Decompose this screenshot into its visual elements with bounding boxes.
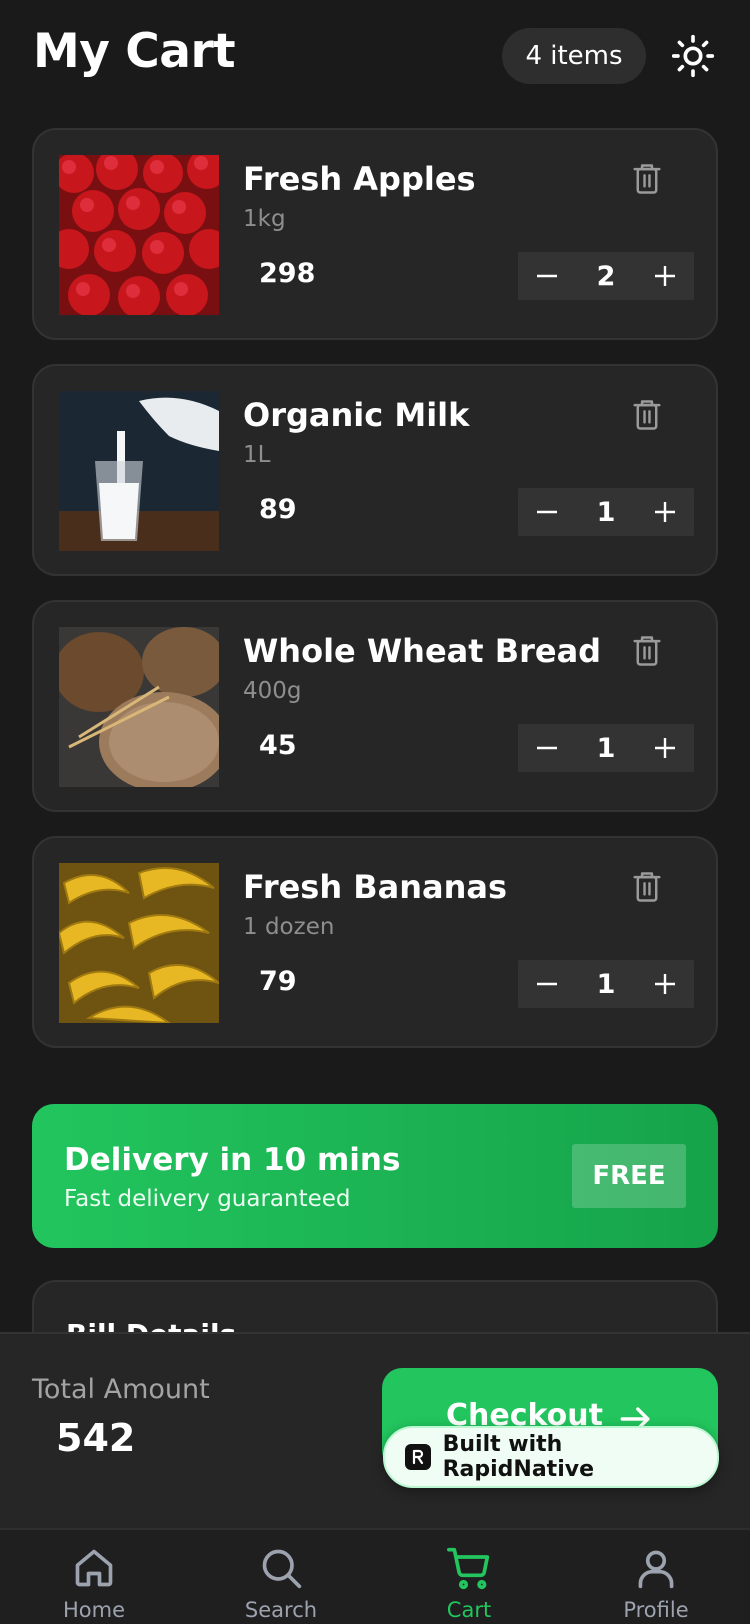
rapidnative-logo-icon [405, 1444, 431, 1470]
tab-cart[interactable]: Cart [404, 1530, 534, 1624]
cart-icon [447, 1547, 490, 1590]
tab-home[interactable]: Home [29, 1530, 159, 1624]
quantity-value: 1 [596, 732, 616, 764]
item-name: Fresh Bananas [243, 868, 508, 906]
increase-quantity-button[interactable] [636, 724, 694, 772]
plus-icon [655, 738, 675, 758]
built-with-badge[interactable]: Built with RapidNative [383, 1426, 719, 1488]
tab-profile[interactable]: Profile [591, 1530, 721, 1624]
header: My Cart 4 items [0, 0, 750, 118]
bottom-tab-bar: Home Search Cart Profile [0, 1528, 750, 1624]
item-name: Whole Wheat Bread [243, 632, 602, 670]
tab-label: Cart [446, 1598, 492, 1622]
item-price: 45 [259, 730, 297, 761]
tab-label: Search [244, 1598, 318, 1622]
item-name: Fresh Apples [243, 160, 476, 198]
minus-icon [537, 982, 557, 986]
item-price: 89 [259, 494, 297, 525]
quantity-value: 1 [596, 968, 616, 1000]
sun-icon [671, 34, 715, 78]
item-count-badge: 4 items [502, 28, 646, 84]
tab-label: Home [62, 1598, 125, 1622]
item-size: 1kg [243, 206, 286, 232]
trash-icon [633, 872, 661, 902]
trash-icon [633, 400, 661, 430]
minus-icon [537, 746, 557, 750]
minus-icon [537, 510, 557, 514]
profile-icon [638, 1550, 674, 1589]
total-amount-value: 542 [56, 1416, 136, 1460]
built-with-text: Built with RapidNative [442, 1432, 594, 1482]
bananas-image [59, 863, 219, 1023]
home-icon [75, 1549, 113, 1587]
apples-image [59, 155, 219, 315]
decrease-quantity-button[interactable] [518, 488, 576, 536]
plus-icon [655, 502, 675, 522]
increase-quantity-button[interactable] [636, 488, 694, 536]
item-size: 400g [243, 678, 302, 704]
cart-item: Fresh Apples 1kg 298 2 [32, 128, 718, 340]
minus-icon [537, 274, 557, 278]
increase-quantity-button[interactable] [636, 960, 694, 1008]
quantity-stepper: 1 [518, 724, 694, 772]
total-amount-label: Total Amount [32, 1374, 210, 1405]
trash-icon [633, 164, 661, 194]
quantity-value: 1 [596, 496, 616, 528]
page-title: My Cart [33, 24, 236, 79]
quantity-stepper: 2 [518, 252, 694, 300]
item-price: 298 [259, 258, 316, 289]
theme-toggle-button[interactable] [667, 30, 719, 82]
plus-icon [655, 974, 675, 994]
quantity-stepper: 1 [518, 960, 694, 1008]
free-delivery-badge: FREE [572, 1144, 686, 1208]
cart-item: Whole Wheat Bread 400g 45 1 [32, 600, 718, 812]
decrease-quantity-button[interactable] [518, 724, 576, 772]
delete-item-button[interactable] [630, 398, 664, 432]
item-name: Organic Milk [243, 396, 470, 434]
delivery-title: Delivery in 10 mins [64, 1142, 401, 1178]
decrease-quantity-button[interactable] [518, 252, 576, 300]
milk-image [59, 391, 219, 551]
delete-item-button[interactable] [630, 162, 664, 196]
quantity-value: 2 [596, 260, 616, 292]
tab-label: Profile [623, 1598, 689, 1622]
item-size: 1 dozen [243, 914, 335, 940]
decrease-quantity-button[interactable] [518, 960, 576, 1008]
delivery-banner: Delivery in 10 mins Fast delivery guaran… [32, 1104, 718, 1248]
search-icon [262, 1549, 302, 1589]
item-size: 1L [243, 442, 271, 468]
trash-icon [633, 636, 661, 666]
quantity-stepper: 1 [518, 488, 694, 536]
cart-item: Fresh Bananas 1 dozen 79 1 [32, 836, 718, 1048]
increase-quantity-button[interactable] [636, 252, 694, 300]
delivery-subtitle: Fast delivery guaranteed [64, 1186, 351, 1212]
bread-image [59, 627, 219, 787]
item-price: 79 [259, 966, 297, 997]
plus-icon [655, 266, 675, 286]
checkout-footer: Total Amount 542 Checkout Built with Rap… [0, 1332, 750, 1528]
delete-item-button[interactable] [630, 634, 664, 668]
delete-item-button[interactable] [630, 870, 664, 904]
cart-item: Organic Milk 1L 89 1 [32, 364, 718, 576]
tab-search[interactable]: Search [216, 1530, 346, 1624]
